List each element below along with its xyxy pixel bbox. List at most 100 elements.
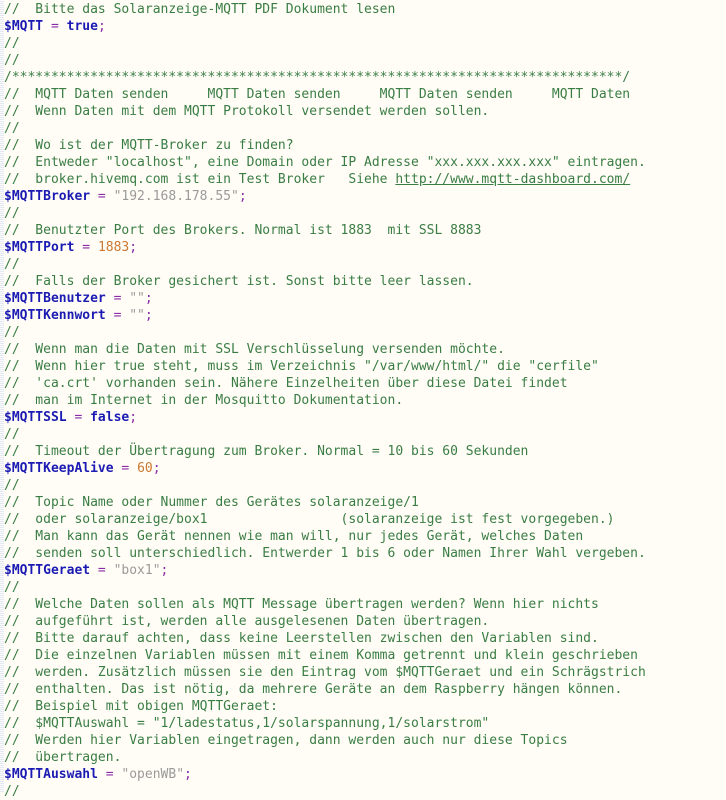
variable-token: $MQTTAuswahl xyxy=(4,767,98,782)
comment-token: // Bitte darauf achten, dass keine Leers… xyxy=(4,631,599,646)
operator-token: = xyxy=(90,189,114,204)
code-line[interactable]: // Wenn Daten mit dem MQTT Protokoll ver… xyxy=(4,103,722,120)
keyword-token: false xyxy=(90,410,130,425)
code-editor-viewport[interactable]: // Bitte das Solaranzeige-MQTT PDF Dokum… xyxy=(0,0,726,799)
variable-token: $MQTTGeraet xyxy=(4,563,91,578)
variable-token: $MQTT xyxy=(4,19,44,34)
comment-token: // xyxy=(4,478,20,493)
code-line[interactable]: // Wenn man die Daten mit SSL Verschlüss… xyxy=(4,341,722,358)
code-line[interactable]: // xyxy=(4,205,722,222)
code-line[interactable]: // Bitte das Solaranzeige-MQTT PDF Dokum… xyxy=(4,1,722,18)
code-line[interactable]: // man im Internet in der Mosquitto Doku… xyxy=(4,392,722,409)
code-line[interactable]: // Die einzelnen Variablen müssen mit ei… xyxy=(4,647,722,664)
code-line[interactable]: // xyxy=(4,579,722,596)
comment-token: // Wenn Daten mit dem MQTT Protokoll ver… xyxy=(4,104,490,119)
code-line[interactable]: // xyxy=(4,477,722,494)
comment-token: // Falls der Broker gesichert ist. Sonst… xyxy=(4,274,474,289)
code-line[interactable]: // Benutzter Port des Brokers. Normal is… xyxy=(4,222,722,239)
code-line[interactable]: $MQTTGeraet = "box1"; xyxy=(4,562,722,579)
code-line[interactable]: // Timeout der Übertragung zum Broker. N… xyxy=(4,443,722,460)
variable-token: $MQTTKennwort xyxy=(4,308,106,323)
string-token: "box1" xyxy=(113,563,161,578)
operator-token: = xyxy=(66,410,91,425)
code-line[interactable]: // xyxy=(4,52,722,69)
code-line[interactable]: $MQTTPort = 1883; xyxy=(4,239,722,256)
code-line[interactable]: // broker.hivemq.com ist ein Test Broker… xyxy=(4,171,722,188)
code-line[interactable]: // Bitte darauf achten, dass keine Leers… xyxy=(4,630,722,647)
operator-token: = xyxy=(113,461,138,476)
code-line[interactable]: // Beispiel mit obigen MQTTGeraet: xyxy=(4,698,722,715)
code-line[interactable]: // xyxy=(4,120,722,137)
code-line[interactable]: // werden. Zusätzlich müssen sie den Ein… xyxy=(4,664,722,681)
code-line[interactable]: // Man kann das Gerät nennen wie man wil… xyxy=(4,528,722,545)
comment-token: /***************************************… xyxy=(4,70,631,85)
code-line[interactable]: // Wo ist der MQTT-Broker zu finden? xyxy=(4,137,722,154)
comment-token: // $MQTTAuswahl = "1/ladestatus,1/solars… xyxy=(4,716,490,731)
code-line[interactable]: // aufgeführt ist, werden alle ausgelese… xyxy=(4,613,722,630)
comment-token: // xyxy=(4,325,20,340)
comment-token: // senden soll unterschiedlich. Entwerde… xyxy=(4,546,646,561)
variable-token: $MQTTPort xyxy=(4,240,75,255)
operator-token: ; xyxy=(129,240,138,255)
comment-token: // Timeout der Übertragung zum Broker. N… xyxy=(4,444,529,459)
string-token: "openWB" xyxy=(121,767,185,782)
code-line[interactable]: /***************************************… xyxy=(4,69,722,86)
code-line[interactable]: // Welche Daten sollen als MQTT Message … xyxy=(4,596,722,613)
code-line[interactable]: // Wenn hier true steht, muss im Verzeic… xyxy=(4,358,722,375)
comment-token: // werden. Zusätzlich müssen sie den Ein… xyxy=(4,665,646,680)
operator-token: ; xyxy=(184,767,192,782)
comment-token: // Wenn man die Daten mit SSL Verschlüss… xyxy=(4,342,505,357)
code-lines-container[interactable]: // Bitte das Solaranzeige-MQTT PDF Dokum… xyxy=(4,0,722,800)
code-line[interactable]: // Topic Name oder Nummer des Gerätes so… xyxy=(4,494,722,511)
code-line[interactable]: // übertragen. xyxy=(4,749,722,766)
code-line[interactable]: // $MQTTAuswahl = "1/ladestatus,1/solars… xyxy=(4,715,722,732)
code-line[interactable]: $MQTTBroker = "192.168.178.55"; xyxy=(4,188,722,205)
comment-token: // xyxy=(4,427,20,442)
code-line[interactable]: // xyxy=(4,426,722,443)
code-line[interactable]: $MQTTAuswahl = "openWB"; xyxy=(4,766,722,783)
variable-token: $MQTTBenutzer xyxy=(4,291,106,306)
comment-token: // Wenn hier true steht, muss im Verzeic… xyxy=(4,359,599,374)
keyword-token: true xyxy=(66,19,98,34)
variable-token: $MQTTBroker xyxy=(4,189,91,204)
comment-token: // man im Internet in der Mosquitto Doku… xyxy=(4,393,404,408)
comment-token: // Welche Daten sollen als MQTT Message … xyxy=(4,597,599,612)
code-line[interactable]: // MQTT Daten senden MQTT Daten senden M… xyxy=(4,86,722,103)
code-line[interactable]: // xyxy=(4,35,722,52)
operator-token: ; xyxy=(129,410,138,425)
code-line[interactable]: $MQTTKennwort = ""; xyxy=(4,307,722,324)
operator-token: = xyxy=(97,767,122,782)
code-line[interactable]: // senden soll unterschiedlich. Entwerde… xyxy=(4,545,722,562)
comment-token: // Wo ist der MQTT-Broker zu finden? xyxy=(4,138,294,153)
hyperlink-token[interactable]: http://www.mqtt-dashboard.com/ xyxy=(395,172,630,187)
comment-token: // MQTT Daten senden MQTT Daten senden M… xyxy=(4,87,631,102)
comment-token: // broker.hivemq.com ist ein Test Broker… xyxy=(4,172,396,187)
operator-token: ; xyxy=(144,291,153,306)
comment-token: // Man kann das Gerät nennen wie man wil… xyxy=(4,529,584,544)
code-line[interactable]: $MQTTKeepAlive = 60; xyxy=(4,460,722,477)
number-token: 60 xyxy=(137,461,153,476)
comment-token: // oder solaranzeige/box1 (solaranzeige … xyxy=(4,512,615,527)
variable-token: $MQTTSSL xyxy=(4,410,67,425)
comment-token: // aufgeführt ist, werden alle ausgelese… xyxy=(4,614,490,629)
code-line[interactable]: $MQTT = true; xyxy=(4,18,722,35)
comment-token: // Topic Name oder Nummer des Gerätes so… xyxy=(4,495,419,510)
code-line[interactable]: // Werden hier Variablen eingetragen, da… xyxy=(4,732,722,749)
comment-token: // xyxy=(4,257,20,272)
code-line[interactable]: $MQTTBenutzer = ""; xyxy=(4,290,722,307)
operator-token: ; xyxy=(97,19,106,34)
string-token: "" xyxy=(129,291,145,306)
code-line[interactable]: // oder solaranzeige/box1 (solaranzeige … xyxy=(4,511,722,528)
operator-token: ; xyxy=(152,461,161,476)
code-line[interactable]: // xyxy=(4,324,722,341)
code-line[interactable]: // enthalten. Das ist nötig, da mehrere … xyxy=(4,681,722,698)
code-line[interactable]: // Entweder "localhost", eine Domain ode… xyxy=(4,154,722,171)
code-line[interactable]: $MQTTSSL = false; xyxy=(4,409,722,426)
code-line[interactable]: // xyxy=(4,256,722,273)
comment-token: // Entweder "localhost", eine Domain ode… xyxy=(4,155,646,170)
comment-token: // xyxy=(4,121,20,136)
comment-token: // Die einzelnen Variablen müssen mit ei… xyxy=(4,648,638,663)
number-token: 1883 xyxy=(97,240,130,255)
code-line[interactable]: // Falls der Broker gesichert ist. Sonst… xyxy=(4,273,722,290)
code-line[interactable]: // 'ca.crt' vorhanden sein. Nähere Einze… xyxy=(4,375,722,392)
